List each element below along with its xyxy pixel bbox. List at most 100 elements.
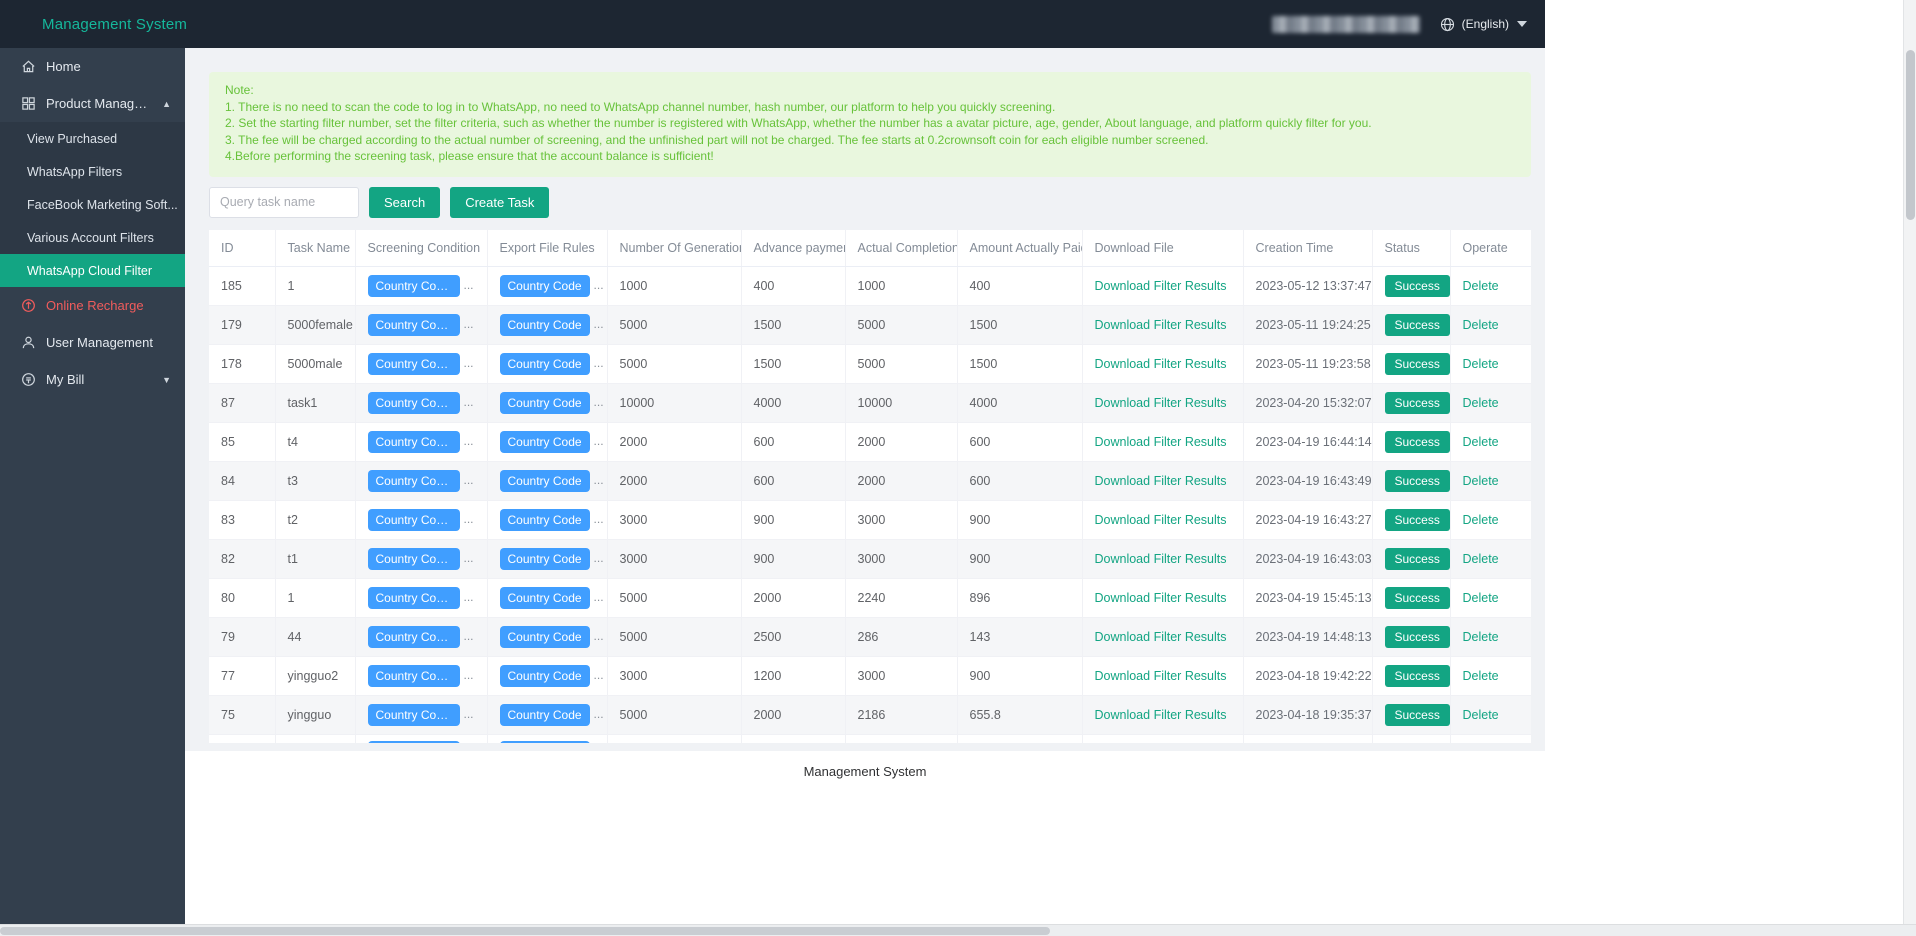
task-name-search-input[interactable] <box>209 187 359 218</box>
delete-link[interactable]: Delete <box>1463 669 1499 683</box>
export-rule-pill[interactable]: Country Code <box>500 548 590 570</box>
download-filter-results-link[interactable]: Download Filter Results <box>1095 474 1227 488</box>
sidebar-item-product-management[interactable]: Product Management ▲ <box>0 85 185 122</box>
export-rule-pill[interactable]: Country Code <box>500 314 590 336</box>
screening-condition-pill[interactable]: Country Code[44] <box>368 509 460 531</box>
cell-actual-completion: 5000 <box>845 345 957 384</box>
table-row: 82t1Country Code[44]...Country Code...30… <box>209 540 1531 579</box>
download-filter-results-link[interactable]: Download Filter Results <box>1095 630 1227 644</box>
vertical-scrollbar[interactable] <box>1903 0 1916 936</box>
task-table: IDTask NameScreening ConditionExport Fil… <box>209 230 1531 743</box>
more-indicator: ... <box>594 356 604 370</box>
delete-link[interactable]: Delete <box>1463 318 1499 332</box>
delete-link[interactable]: Delete <box>1463 552 1499 566</box>
download-filter-results-link[interactable]: Download Filter Results <box>1095 513 1227 527</box>
cell-task-name: 1 <box>275 267 355 306</box>
export-rule-pill[interactable]: Country Code <box>500 741 590 743</box>
export-rule-pill[interactable]: Country Code <box>500 704 590 726</box>
export-rule-pill[interactable]: Country Code <box>500 509 590 531</box>
export-rule-pill[interactable]: Country Code <box>500 665 590 687</box>
sidebar-item-whatsapp-cloud-filter[interactable]: WhatsApp Cloud Filter <box>0 254 185 287</box>
cell-id: 77 <box>209 657 275 696</box>
screening-condition-pill[interactable]: Country Code[44] <box>368 626 460 648</box>
delete-link[interactable]: Delete <box>1463 474 1499 488</box>
cell-export-rules: Country Code... <box>487 267 607 306</box>
delete-link[interactable]: Delete <box>1463 708 1499 722</box>
delete-link[interactable]: Delete <box>1463 513 1499 527</box>
cell-id: 179 <box>209 306 275 345</box>
cell-creation-time: 2023-05-11 19:23:58 <box>1243 345 1372 384</box>
horizontal-scrollbar-thumb[interactable] <box>0 927 1050 935</box>
download-filter-results-link[interactable]: Download Filter Results <box>1095 357 1227 371</box>
delete-link[interactable]: Delete <box>1463 357 1499 371</box>
screening-condition-pill[interactable]: Country Code[44] <box>368 741 460 743</box>
cell-export-rules: Country Code... <box>487 423 607 462</box>
cell-screening-condition: Country Code[91]... <box>355 306 487 345</box>
create-task-button[interactable]: Create Task <box>450 187 549 218</box>
cell-screening-condition: Country Code[852]... <box>355 267 487 306</box>
screening-condition-pill[interactable]: Country Code[44] <box>368 548 460 570</box>
cell-id: 79 <box>209 618 275 657</box>
sidebar-item-home[interactable]: Home <box>0 48 185 85</box>
export-rule-pill[interactable]: Country Code <box>500 275 590 297</box>
screening-condition-pill[interactable]: Country Code[91] <box>368 353 460 375</box>
horizontal-scrollbar[interactable] <box>0 924 1916 936</box>
download-filter-results-link[interactable]: Download Filter Results <box>1095 552 1227 566</box>
download-filter-results-link[interactable]: Download Filter Results <box>1095 279 1227 293</box>
sidebar-item-facebook-marketing[interactable]: FaceBook Marketing Soft... <box>0 188 185 221</box>
delete-link[interactable]: Delete <box>1463 396 1499 410</box>
screening-condition-pill[interactable]: Country Code[44] <box>368 665 460 687</box>
screening-condition-pill[interactable]: Country Code[44] <box>368 392 460 414</box>
delete-link[interactable]: Delete <box>1463 279 1499 293</box>
download-filter-results-link[interactable]: Download Filter Results <box>1095 318 1227 332</box>
screening-condition-pill[interactable]: Country Code[91] <box>368 314 460 336</box>
cell-status: Success <box>1372 306 1450 345</box>
download-filter-results-link[interactable]: Download Filter Results <box>1095 435 1227 449</box>
download-filter-results-link[interactable]: Download Filter Results <box>1095 591 1227 605</box>
screening-condition-pill[interactable]: Country Code[44] <box>368 470 460 492</box>
cell-screening-condition: Country Code[91]... <box>355 345 487 384</box>
screening-condition-pill[interactable]: Country Code[44] <box>368 431 460 453</box>
sidebar-item-online-recharge[interactable]: Online Recharge <box>0 287 185 324</box>
more-indicator: ... <box>464 317 474 331</box>
search-button[interactable]: Search <box>369 187 440 218</box>
cell-actual-completion: 2000 <box>845 423 957 462</box>
top-header: Management System (English) <box>0 0 1545 48</box>
screening-condition-pill[interactable]: Country Code[44] <box>368 587 460 609</box>
sidebar-item-various-account-filters[interactable]: Various Account Filters <box>0 221 185 254</box>
status-badge: Success <box>1385 314 1450 336</box>
sidebar-item-my-bill[interactable]: My Bill ▼ <box>0 361 185 398</box>
download-filter-results-link[interactable]: Download Filter Results <box>1095 396 1227 410</box>
sidebar-item-whatsapp-filters[interactable]: WhatsApp Filters <box>0 155 185 188</box>
cell-actual-completion: 2186 <box>845 696 957 735</box>
sidebar-item-label: Various Account Filters <box>27 231 154 245</box>
column-header: Number Of Generation <box>607 230 741 267</box>
download-filter-results-link[interactable]: Download Filter Results <box>1095 708 1227 722</box>
export-rule-pill[interactable]: Country Code <box>500 587 590 609</box>
cell-generation: 2000 <box>607 423 741 462</box>
cell-operate: Delete <box>1450 306 1531 345</box>
language-selector[interactable]: (English) <box>1440 16 1527 32</box>
delete-link[interactable]: Delete <box>1463 630 1499 644</box>
export-rule-pill[interactable]: Country Code <box>500 392 590 414</box>
screening-condition-pill[interactable]: Country Code[44] <box>368 704 460 726</box>
download-filter-results-link[interactable]: Download Filter Results <box>1095 669 1227 683</box>
screening-condition-pill[interactable]: Country Code[852] <box>368 275 460 297</box>
cell-operate: Delete <box>1450 657 1531 696</box>
cell-amount-paid: 143 <box>957 618 1082 657</box>
export-rule-pill[interactable]: Country Code <box>500 353 590 375</box>
export-rule-pill[interactable]: Country Code <box>500 626 590 648</box>
sidebar-item-label: Home <box>46 59 81 74</box>
cell-id: 87 <box>209 384 275 423</box>
export-rule-pill[interactable]: Country Code <box>500 431 590 453</box>
cell-status: Success <box>1372 345 1450 384</box>
more-indicator: ... <box>464 668 474 682</box>
export-rule-pill[interactable]: Country Code <box>500 470 590 492</box>
delete-link[interactable]: Delete <box>1463 591 1499 605</box>
cell-screening-condition: Country Code[44]... <box>355 462 487 501</box>
sidebar-item-user-management[interactable]: User Management <box>0 324 185 361</box>
vertical-scrollbar-thumb[interactable] <box>1906 50 1915 220</box>
sidebar-item-view-purchased[interactable]: View Purchased <box>0 122 185 155</box>
cell-generation: 3000 <box>607 540 741 579</box>
delete-link[interactable]: Delete <box>1463 435 1499 449</box>
